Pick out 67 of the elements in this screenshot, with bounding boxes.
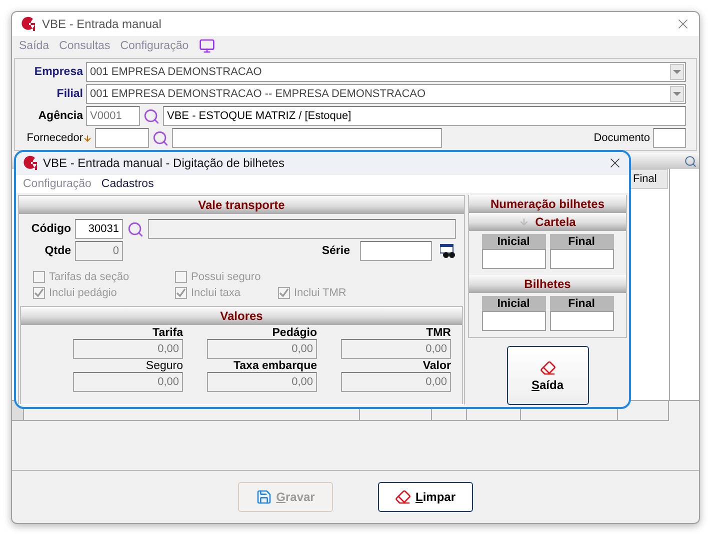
section-header: Vale transporte: [19, 196, 464, 214]
column-header[interactable]: Final: [629, 169, 668, 189]
app-logo-icon: [20, 16, 36, 32]
input-field: 0,00: [73, 339, 183, 359]
field-label: Pedágio: [271, 327, 317, 339]
search-icon[interactable]: [127, 220, 144, 238]
field-label: Tarifa: [152, 327, 183, 339]
window-title: VBE - Entrada manual: [42, 17, 162, 31]
column-header: Inicial: [482, 296, 546, 311]
section-header: Cartela: [469, 213, 626, 231]
binoculars-icon[interactable]: [440, 244, 456, 258]
field-label: Taxa embarque: [232, 360, 317, 372]
eraser-icon: [540, 360, 556, 376]
field-label: Qtde: [44, 245, 71, 257]
input-field[interactable]: 30031: [75, 219, 123, 239]
checkbox-label: Possui seguro: [191, 271, 261, 283]
company-dropdown[interactable]: 001 EMPRESA DEMONSTRACAO: [86, 62, 686, 82]
input-field[interactable]: [95, 128, 149, 148]
monitor-icon[interactable]: [198, 38, 215, 54]
section-header: Valores: [21, 307, 462, 325]
input-field[interactable]: [360, 241, 432, 261]
input-field[interactable]: V0001: [86, 106, 140, 126]
input-field: 0,00: [73, 372, 183, 392]
eraser-icon: [395, 489, 412, 505]
field-label: Código: [30, 223, 71, 235]
checkbox-label: Inclui TMR: [294, 287, 346, 299]
field-label: Série: [320, 245, 350, 257]
input-field: 0,00: [207, 372, 317, 392]
checkbox-label: Tarifas da seção: [49, 271, 130, 283]
input-field: 0,00: [341, 339, 451, 359]
dialog-title: VBE - Entrada manual - Digitação de bilhetes: [43, 156, 286, 170]
field-label: Empresa: [33, 66, 83, 78]
input-field: 0: [75, 241, 123, 261]
field-label: Documento: [592, 132, 650, 144]
input-field[interactable]: VBE - ESTOQUE MATRIZ / [Estoque]: [163, 106, 686, 126]
arrow-icon: [519, 217, 530, 227]
column-header: Final: [550, 234, 614, 249]
input-field[interactable]: [148, 219, 456, 239]
checkbox-label: Inclui pedágio: [49, 287, 117, 299]
input-field[interactable]: [172, 128, 442, 148]
clear-button[interactable]: Limpar: [378, 482, 473, 512]
input-field[interactable]: [482, 311, 546, 331]
field-label: Valor: [422, 360, 451, 372]
field-label: Seguro: [144, 360, 183, 372]
input-field[interactable]: [550, 311, 614, 331]
search-icon[interactable]: [684, 154, 697, 168]
arrow-icon: [83, 134, 92, 142]
input-field[interactable]: [550, 249, 614, 269]
column-header: Final: [550, 296, 614, 311]
search-icon[interactable]: [143, 108, 160, 124]
section-header: Bilhetes: [469, 275, 626, 293]
column-header: Inicial: [482, 234, 546, 249]
exit-button[interactable]: Saída: [506, 346, 588, 405]
input-field[interactable]: [653, 128, 686, 148]
search-icon[interactable]: [152, 130, 169, 146]
branch-dropdown[interactable]: 001 EMPRESA DEMONSTRACAO -- EMPRESA DEMONSTRACAO: [86, 84, 686, 104]
field-label: TMR: [425, 327, 451, 339]
menu-item[interactable]: Cadastros: [101, 178, 154, 190]
checkbox-label: Inclui taxa: [191, 287, 241, 299]
section-header: Numeração bilhetes: [469, 195, 626, 213]
app-logo-icon: [22, 155, 38, 172]
field-label: Filial: [56, 88, 83, 100]
input-field: 0,00: [341, 372, 451, 392]
field-label: Fornecedor: [26, 132, 83, 144]
input-field: 0,00: [207, 339, 317, 359]
input-field[interactable]: [482, 249, 546, 269]
field-label: Agência: [37, 110, 83, 122]
